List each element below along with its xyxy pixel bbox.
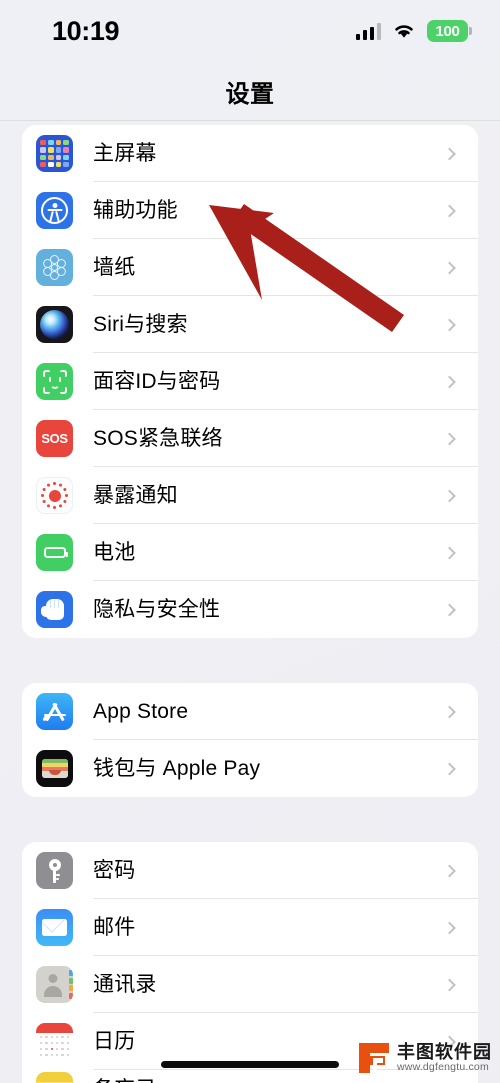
settings-list: 主屏幕 辅助功能 墙纸 Siri与搜索 面容ID与密码 SOS SOS紧急联络 … [0, 125, 500, 1083]
settings-group-store: App Store 钱包与 Apple Pay [22, 683, 478, 797]
settings-row-privacy[interactable]: 隐私与安全性 [22, 581, 478, 638]
siri-icon [36, 306, 73, 343]
nav-divider [0, 120, 500, 121]
battery-indicator: 100 [427, 20, 472, 42]
settings-row-label: 密码 [93, 858, 136, 882]
watermark-logo-icon [357, 1041, 391, 1075]
settings-row-label: Siri与搜索 [93, 312, 188, 336]
sos-icon: SOS [36, 420, 73, 457]
settings-row-app-store[interactable]: App Store [22, 683, 478, 740]
status-bar: 10:19 100 [0, 0, 500, 62]
nav-bar: 设置 [0, 62, 500, 120]
contacts-icon [36, 966, 73, 1003]
settings-row-label: 辅助功能 [93, 198, 178, 222]
settings-row-label: 面容ID与密码 [93, 369, 221, 393]
settings-row-passwords[interactable]: 密码 [22, 842, 478, 899]
cellular-bars-icon [355, 22, 381, 40]
settings-row-label: 墙纸 [93, 255, 136, 279]
watermark-url: www.dgfengtu.com [397, 1060, 489, 1073]
notes-icon [36, 1071, 73, 1083]
face-id-icon [36, 363, 73, 400]
settings-row-wallet[interactable]: 钱包与 Apple Pay [22, 740, 478, 797]
home-indicator[interactable] [161, 1061, 339, 1068]
page-title: 设置 [225, 80, 275, 108]
settings-row-face-id[interactable]: 面容ID与密码 [22, 353, 478, 410]
settings-row-label: SOS紧急联络 [93, 426, 223, 450]
settings-row-label: 钱包与 Apple Pay [93, 756, 261, 780]
passwords-key-icon [36, 852, 73, 889]
settings-row-label: 暴露通知 [93, 483, 178, 507]
watermark: 丰图软件园 www.dgfengtu.com [357, 1041, 492, 1075]
mail-envelope-icon [36, 909, 73, 946]
settings-row-contacts[interactable]: 通讯录 [22, 956, 478, 1013]
settings-row-label: 隐私与安全性 [93, 597, 221, 621]
home-screen-icon [36, 135, 73, 172]
battery-icon [36, 534, 73, 571]
settings-row-label: App Store [93, 699, 189, 723]
settings-row-battery[interactable]: 电池 [22, 524, 478, 581]
watermark-name: 丰图软件园 [397, 1042, 492, 1063]
settings-screen: 10:19 100 设置 主屏幕 辅助功能 墙纸 Siri与搜索 面容ID与密码… [0, 0, 500, 1083]
wallpaper-icon [36, 249, 73, 286]
exposure-notifications-icon [36, 477, 73, 514]
settings-row-label: 主屏幕 [93, 141, 157, 165]
app-store-icon [36, 693, 73, 730]
settings-row-mail[interactable]: 邮件 [22, 899, 478, 956]
settings-row-label: 邮件 [93, 915, 136, 939]
settings-row-exposure-notifications[interactable]: 暴露通知 [22, 467, 478, 524]
battery-percentage: 100 [435, 22, 460, 40]
status-bar-indicators: 100 [355, 20, 472, 42]
settings-row-home-screen[interactable]: 主屏幕 [22, 125, 478, 182]
settings-group-system: 主屏幕 辅助功能 墙纸 Siri与搜索 面容ID与密码 SOS SOS紧急联络 … [22, 125, 478, 638]
wifi-icon [392, 22, 416, 40]
settings-row-label: 电池 [93, 540, 136, 564]
settings-row-accessibility[interactable]: 辅助功能 [22, 182, 478, 239]
privacy-icon [36, 591, 73, 628]
settings-row-label: 备忘录 [93, 1078, 478, 1083]
status-bar-time: 10:19 [52, 15, 120, 46]
calendar-icon [36, 1023, 73, 1060]
settings-row-siri[interactable]: Siri与搜索 [22, 296, 478, 353]
settings-row-wallpaper[interactable]: 墙纸 [22, 239, 478, 296]
wallet-icon [36, 750, 73, 787]
settings-row-label: 通讯录 [93, 972, 157, 996]
accessibility-icon [36, 192, 73, 229]
watermark-text: 丰图软件园 www.dgfengtu.com [397, 1043, 492, 1073]
settings-row-sos[interactable]: SOS SOS紧急联络 [22, 410, 478, 467]
